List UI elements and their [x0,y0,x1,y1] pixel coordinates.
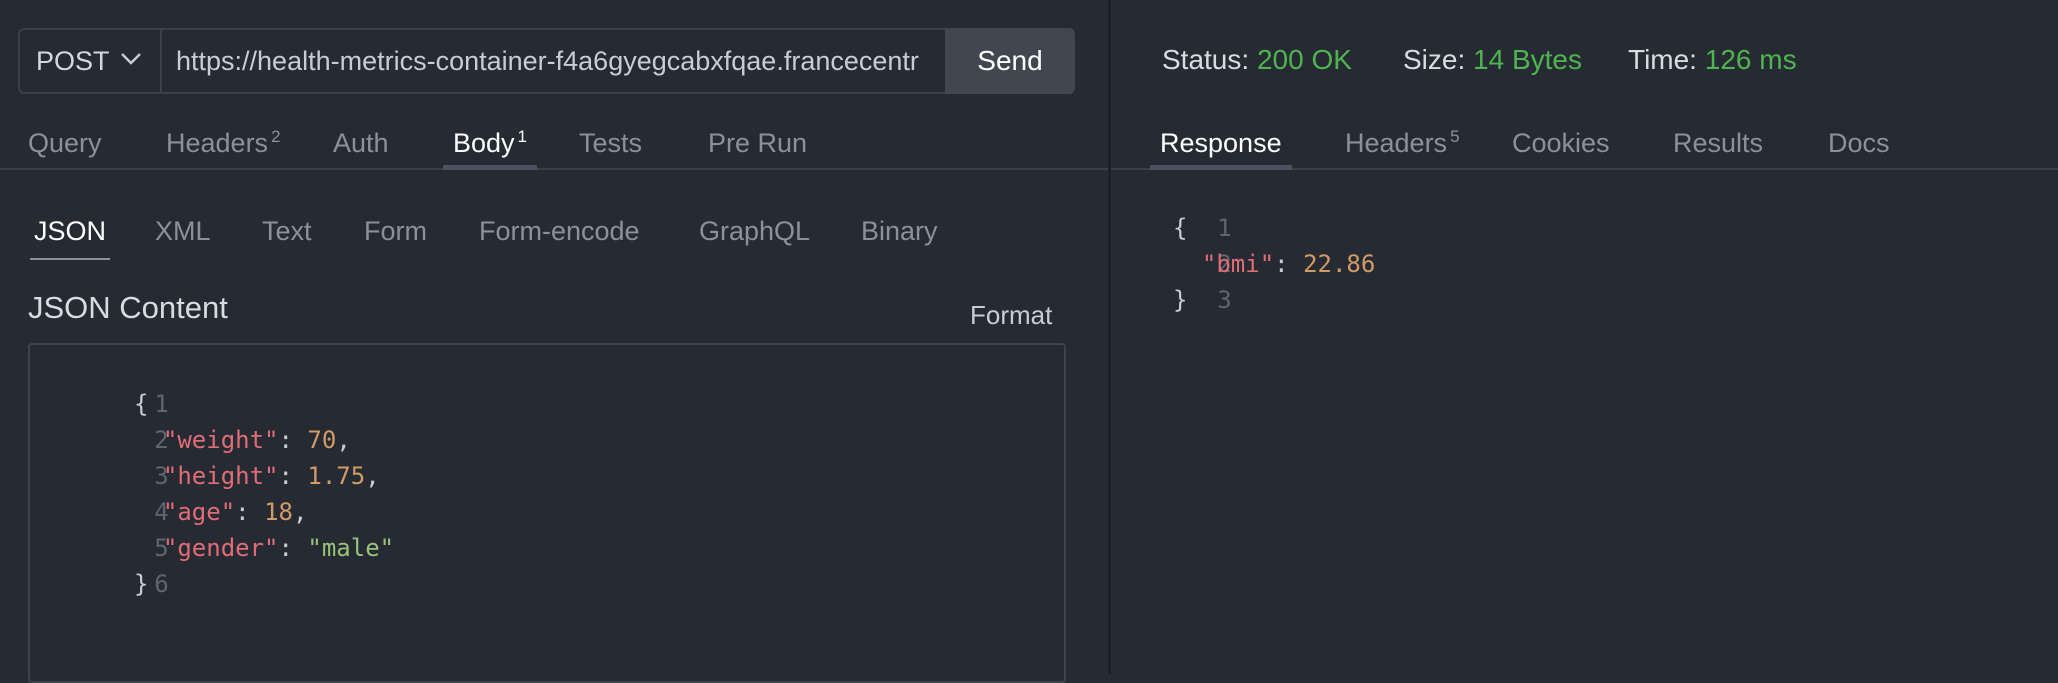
code-line: 4 "age": 18, [154,498,308,526]
code-line: 1{ [1173,214,1232,242]
code-line: 2 "bmi": 22.86 [1201,250,1376,278]
chevron-down-icon [121,53,141,65]
code-line: 3} [1173,286,1232,314]
headers-count-badge: 2 [271,127,281,146]
body-type-json[interactable]: JSON [29,206,111,260]
status-readout: Status: 200 OK [1162,44,1352,75]
size-readout: Size: 14 Bytes [1403,44,1582,75]
code-line: 5 "gender": "male" [154,534,395,562]
time-value: 126 ms [1704,44,1797,75]
body-type-form-encode[interactable]: Form-encode [479,206,640,256]
tab-docs[interactable]: Docs [1828,118,1890,168]
response-body-viewer: 1{ 2 "bmi": 22.86 3} [1111,174,2058,314]
send-button[interactable]: Send [945,28,1075,94]
request-tabs: Query Headers 2 Auth Body 1 Tests Pre Run [0,118,1108,170]
body-type-form[interactable]: Form [364,206,427,256]
url-bar: POST https://health-metrics-container-f4… [18,28,1075,94]
tab-body[interactable]: Body 1 [442,118,538,170]
body-type-text[interactable]: Text [262,206,312,256]
tab-results[interactable]: Results [1673,118,1763,168]
status-value: 200 OK [1256,44,1352,75]
method-select[interactable]: POST [20,30,162,92]
size-value: 14 Bytes [1473,44,1582,75]
json-content-title: JSON Content [28,290,228,325]
response-headers-count-badge: 5 [1450,127,1460,146]
tab-cookies[interactable]: Cookies [1512,118,1610,168]
format-button[interactable]: Format [970,300,1052,331]
url-input[interactable]: https://health-metrics-container-f4a6gye… [176,30,962,92]
body-count-badge: 1 [517,127,528,146]
code-line: 6} [134,570,169,598]
request-panel: POST https://health-metrics-container-f4… [0,0,1108,683]
tab-response-headers[interactable]: Headers 5 [1345,118,1460,168]
time-readout: Time: 126 ms [1628,44,1797,75]
code-line: 1{ [134,390,169,418]
response-panel: Status: 200 OK Size: 14 Bytes Time: 126 … [1111,0,2058,674]
body-type-binary[interactable]: Binary [861,206,938,256]
tab-auth[interactable]: Auth [333,118,389,168]
tab-query[interactable]: Query [28,118,102,168]
request-body-editor[interactable]: 1{ 2 "weight": 70, 3 "height": 1.75, 4 "… [28,343,1066,683]
code-line: 2 "weight": 70, [154,426,351,454]
tab-tests[interactable]: Tests [579,118,642,168]
response-tabs: Response Headers 5 Cookies Results Docs [1111,118,2058,170]
tab-response[interactable]: Response [1150,118,1292,170]
tab-headers[interactable]: Headers 2 [166,118,281,168]
body-type-xml[interactable]: XML [155,206,211,256]
method-label: POST [36,45,110,76]
tab-pre-run[interactable]: Pre Run [708,118,807,168]
body-type-graphql[interactable]: GraphQL [699,206,810,256]
code-line: 3 "height": 1.75, [154,462,380,490]
